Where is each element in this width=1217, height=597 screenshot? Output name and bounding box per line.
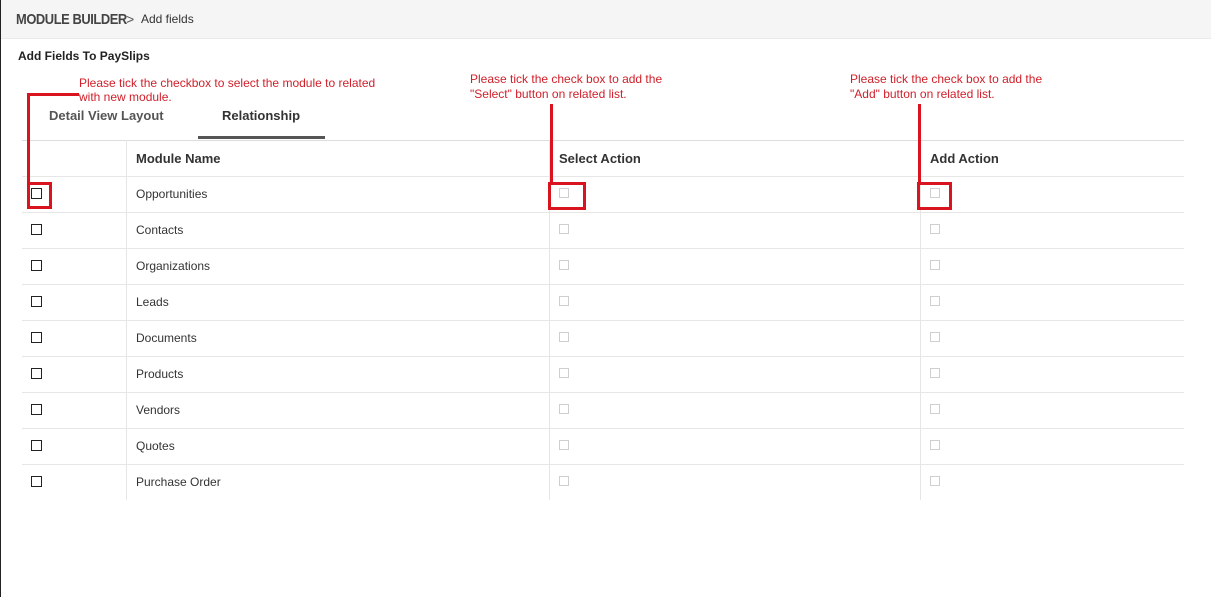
column-divider [126,465,127,500]
column-divider [549,357,550,392]
breadcrumb-chevron-icon: > [126,11,135,27]
module-select-checkbox[interactable] [31,296,42,307]
select-action-checkbox[interactable] [559,332,569,342]
table-row: Contacts [22,213,1184,249]
annotation-add-line2: "Add" button on related list. [850,87,995,101]
column-divider [126,393,127,428]
column-divider [920,357,921,392]
breadcrumb-module-builder-link[interactable]: MODULE BUILDER [16,11,127,28]
select-action-checkbox[interactable] [559,296,569,306]
active-tab-indicator [198,136,325,139]
table-row: Quotes [22,429,1184,465]
column-divider [126,429,127,464]
breadcrumb-current: Add fields [141,12,194,26]
column-divider [920,285,921,320]
select-action-checkbox[interactable] [559,440,569,450]
table-row: Documents [22,321,1184,357]
annotation-connector [27,93,30,183]
module-select-checkbox[interactable] [31,332,42,343]
module-name: Purchase Order [136,475,221,489]
column-divider [920,321,921,356]
select-action-checkbox[interactable] [559,224,569,234]
table-row: Products [22,357,1184,393]
module-select-checkbox[interactable] [31,260,42,271]
table-row: Vendors [22,393,1184,429]
module-name: Opportunities [136,187,208,201]
annotation-select-line2: "Select" button on related list. [470,87,627,101]
column-divider [126,177,127,212]
tab-detail-view-layout[interactable]: Detail View Layout [49,108,164,123]
add-action-checkbox[interactable] [930,368,940,378]
column-divider [549,285,550,320]
header-select-action: Select Action [559,151,641,166]
table-row: Purchase Order [22,465,1184,500]
column-divider [549,213,550,248]
module-select-checkbox[interactable] [31,476,42,487]
annotation-highlight-box [548,182,586,210]
add-action-checkbox[interactable] [930,260,940,270]
module-name: Quotes [136,439,175,453]
column-divider [549,321,550,356]
module-name: Documents [136,331,197,345]
annotation-connector [918,104,921,183]
page-title: Add Fields To PaySlips [18,49,150,63]
module-name: Contacts [136,223,184,237]
annotation-highlight-box [917,182,952,210]
column-divider [126,213,127,248]
table-row: Leads [22,285,1184,321]
add-action-checkbox[interactable] [930,332,940,342]
header-add-action: Add Action [930,151,999,166]
module-select-checkbox[interactable] [31,404,42,415]
module-name: Leads [136,295,169,309]
tab-relationship[interactable]: Relationship [222,108,300,123]
tab-bar: Detail View Layout Relationship [30,100,330,140]
column-divider [549,393,550,428]
annotation-module-line1: Please tick the checkbox to select the m… [79,76,376,90]
annotation-select-line1: Please tick the check box to add the [470,72,663,86]
column-divider [920,213,921,248]
column-divider [920,393,921,428]
module-select-checkbox[interactable] [31,368,42,379]
annotation-add-line1: Please tick the check box to add the [850,72,1043,86]
header-module-name: Module Name [136,151,221,166]
column-divider [126,285,127,320]
column-divider [549,249,550,284]
select-action-checkbox[interactable] [559,476,569,486]
column-divider [549,465,550,500]
module-select-checkbox[interactable] [31,440,42,451]
column-divider [126,140,127,176]
table-header-row: Module Name Select Action Add Action [22,140,1184,177]
breadcrumb: MODULE BUILDER > Add fields [1,0,1211,39]
annotation-connector [27,93,79,96]
column-divider [920,465,921,500]
column-divider [126,249,127,284]
add-action-checkbox[interactable] [930,224,940,234]
column-divider [920,249,921,284]
table-row: Opportunities [22,177,1184,213]
module-name: Organizations [136,259,211,273]
column-divider [126,357,127,392]
annotation-connector [550,104,553,183]
column-divider [920,429,921,464]
add-action-checkbox[interactable] [930,476,940,486]
module-select-checkbox[interactable] [31,224,42,235]
add-action-checkbox[interactable] [930,440,940,450]
select-action-checkbox[interactable] [559,260,569,270]
annotation-highlight-box [27,182,52,209]
module-name: Products [136,367,184,381]
column-divider [126,321,127,356]
add-action-checkbox[interactable] [930,404,940,414]
window-left-border [0,0,1,597]
select-action-checkbox[interactable] [559,404,569,414]
module-name: Vendors [136,403,181,417]
add-action-checkbox[interactable] [930,296,940,306]
select-action-checkbox[interactable] [559,368,569,378]
column-divider [549,429,550,464]
table-row: Organizations [22,249,1184,285]
annotation-module-line2: with new module. [79,90,172,104]
